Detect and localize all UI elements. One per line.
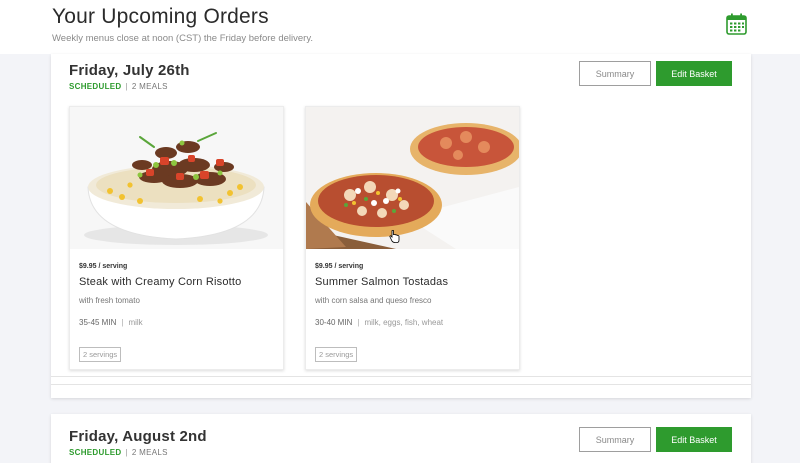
meal-detail-separator: | xyxy=(357,318,360,327)
meal-image-salmon-tostadas[interactable] xyxy=(306,107,519,249)
edit-basket-button[interactable]: Edit Basket xyxy=(656,61,732,86)
meal-details: 35-45 MIN | milk xyxy=(79,318,143,327)
meal-subtitle: with fresh tomato xyxy=(79,296,140,305)
order-card: Friday, August 2nd SCHEDULED | 2 MEALS Sum… xyxy=(51,414,751,463)
meal-allergens: milk, eggs, fish, wheat xyxy=(364,318,444,327)
meal-price: $9.95 / serving xyxy=(79,263,128,270)
summary-button[interactable]: Summary xyxy=(579,427,651,452)
page-title: Your Upcoming Orders xyxy=(52,5,269,28)
meal-name[interactable]: Steak with Creamy Corn Risotto xyxy=(79,276,242,288)
order-date: Friday, July 26th xyxy=(69,62,190,79)
page-subtitle: Weekly menus close at noon (CST) the Fri… xyxy=(52,33,314,44)
order-meal-count: 2 MEALS xyxy=(131,448,168,457)
meal-name[interactable]: Summer Salmon Tostadas xyxy=(315,276,448,288)
meal-detail-separator: | xyxy=(121,318,124,327)
calendar-icon[interactable] xyxy=(726,13,747,35)
meal-image-steak-risotto[interactable] xyxy=(70,107,283,249)
edit-basket-button[interactable]: Edit Basket xyxy=(656,427,732,452)
page-header: Your Upcoming Orders Weekly menus close … xyxy=(0,0,800,54)
meal-price: $9.95 / serving xyxy=(315,263,364,270)
meal-subtitle: with corn salsa and queso fresco xyxy=(315,296,432,305)
order-separator: | xyxy=(125,448,128,457)
meal-card[interactable]: $9.95 / serving Steak with Creamy Corn R… xyxy=(69,106,284,370)
order-meal-count: 2 MEALS xyxy=(131,82,168,91)
summary-button[interactable]: Summary xyxy=(579,61,651,86)
divider xyxy=(51,384,751,385)
meal-allergens: milk xyxy=(128,318,143,327)
order-status: SCHEDULED xyxy=(69,448,122,457)
servings-badge: 2 servings xyxy=(79,347,122,362)
meal-details: 30-40 MIN | milk, eggs, fish, wheat xyxy=(315,318,443,327)
order-separator: | xyxy=(125,82,128,91)
meal-cook-time: 35-45 MIN xyxy=(79,318,117,327)
order-status: SCHEDULED xyxy=(69,82,122,91)
order-date: Friday, August 2nd xyxy=(69,428,207,445)
order-meta: SCHEDULED | 2 MEALS xyxy=(69,448,168,457)
order-card: Friday, July 26th SCHEDULED | 2 MEALS Summ… xyxy=(51,54,751,398)
divider xyxy=(51,376,751,377)
meal-cook-time: 30-40 MIN xyxy=(315,318,353,327)
order-meta: SCHEDULED | 2 MEALS xyxy=(69,82,168,91)
meal-card[interactable]: $9.95 / serving Summer Salmon Tostadas w… xyxy=(305,106,520,370)
hand-pointer-icon xyxy=(389,230,400,243)
servings-badge: 2 servings xyxy=(315,347,358,362)
